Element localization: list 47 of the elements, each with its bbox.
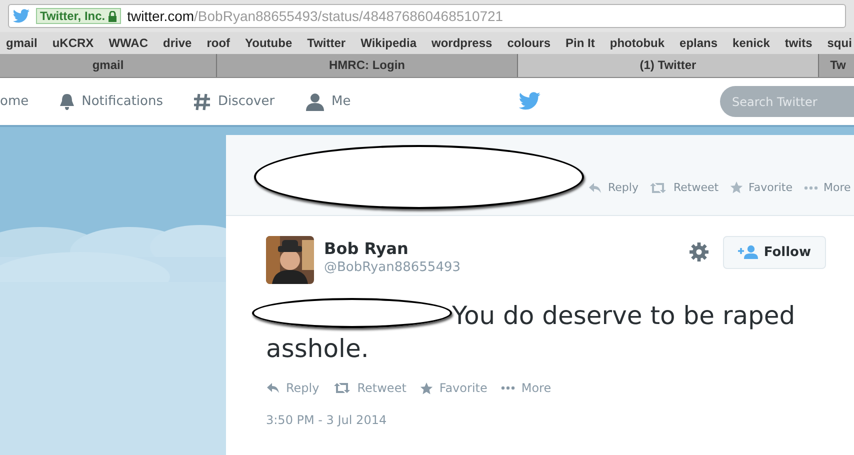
browser-tab[interactable]: (1) Twitter: [518, 54, 819, 77]
browser-tab[interactable]: Tw: [819, 54, 854, 77]
bookmark[interactable]: Twitter: [307, 36, 346, 50]
bookmark[interactable]: squi: [827, 36, 852, 50]
bookmark[interactable]: Youtube: [245, 36, 292, 50]
bookmark[interactable]: roof: [206, 36, 230, 50]
bird-icon: [13, 9, 30, 23]
bell-icon: [58, 92, 75, 110]
nav-link[interactable]: Me: [304, 92, 351, 110]
tweet-text: You do deserve to be raped asshole.: [266, 298, 826, 365]
bookmark[interactable]: drive: [163, 36, 192, 50]
bird-icon: [519, 92, 542, 111]
retweet-icon: [649, 182, 668, 194]
reply-icon: [266, 382, 280, 394]
star-icon: [420, 382, 434, 394]
retweet-icon: [333, 382, 352, 394]
more-icon: [804, 186, 818, 190]
browser-tab[interactable]: HMRC: Login: [217, 54, 518, 77]
more-icon: [501, 386, 516, 390]
bookmark[interactable]: twits: [784, 36, 812, 50]
bookmark[interactable]: Pin It: [566, 36, 595, 50]
search-field[interactable]: Search Twitter: [720, 86, 854, 117]
site-badge: Twitter, Inc.: [36, 8, 122, 24]
hashtag-icon: [193, 92, 211, 110]
bookmark[interactable]: colours: [507, 36, 551, 50]
follow-button[interactable]: Follow: [722, 236, 826, 268]
bookmark[interactable]: uKCRX: [52, 36, 94, 50]
bookmark[interactable]: photobuk: [610, 36, 665, 50]
bookmark[interactable]: wordpress: [432, 36, 492, 50]
follow-icon: [738, 245, 758, 259]
star-icon: [730, 181, 743, 194]
address-bar[interactable]: Twitter, Inc. twitter.com/BobRyan88655493/status/484876860468510721: [0, 0, 854, 32]
reply-icon: [588, 182, 602, 194]
bookmark[interactable]: gmail: [6, 36, 38, 50]
settings-icon[interactable]: [688, 242, 709, 262]
bookmark[interactable]: WWAC: [108, 36, 148, 50]
lock-icon: [108, 10, 118, 22]
bookmark[interactable]: kenick: [732, 36, 770, 50]
user-name[interactable]: Bob Ryan: [324, 239, 689, 258]
nav-link[interactable]: Notifications: [58, 92, 163, 110]
url-text: twitter.com/BobRyan88655493/status/484876860468510721: [127, 8, 504, 24]
nav-link[interactable]: ome: [0, 94, 29, 109]
person-icon: [304, 92, 325, 110]
nav-link[interactable]: Discover: [193, 92, 275, 110]
bookmark[interactable]: Wikipedia: [360, 36, 416, 50]
browser-tab[interactable]: gmail: [0, 54, 217, 77]
bookmark[interactable]: eplans: [680, 36, 718, 50]
